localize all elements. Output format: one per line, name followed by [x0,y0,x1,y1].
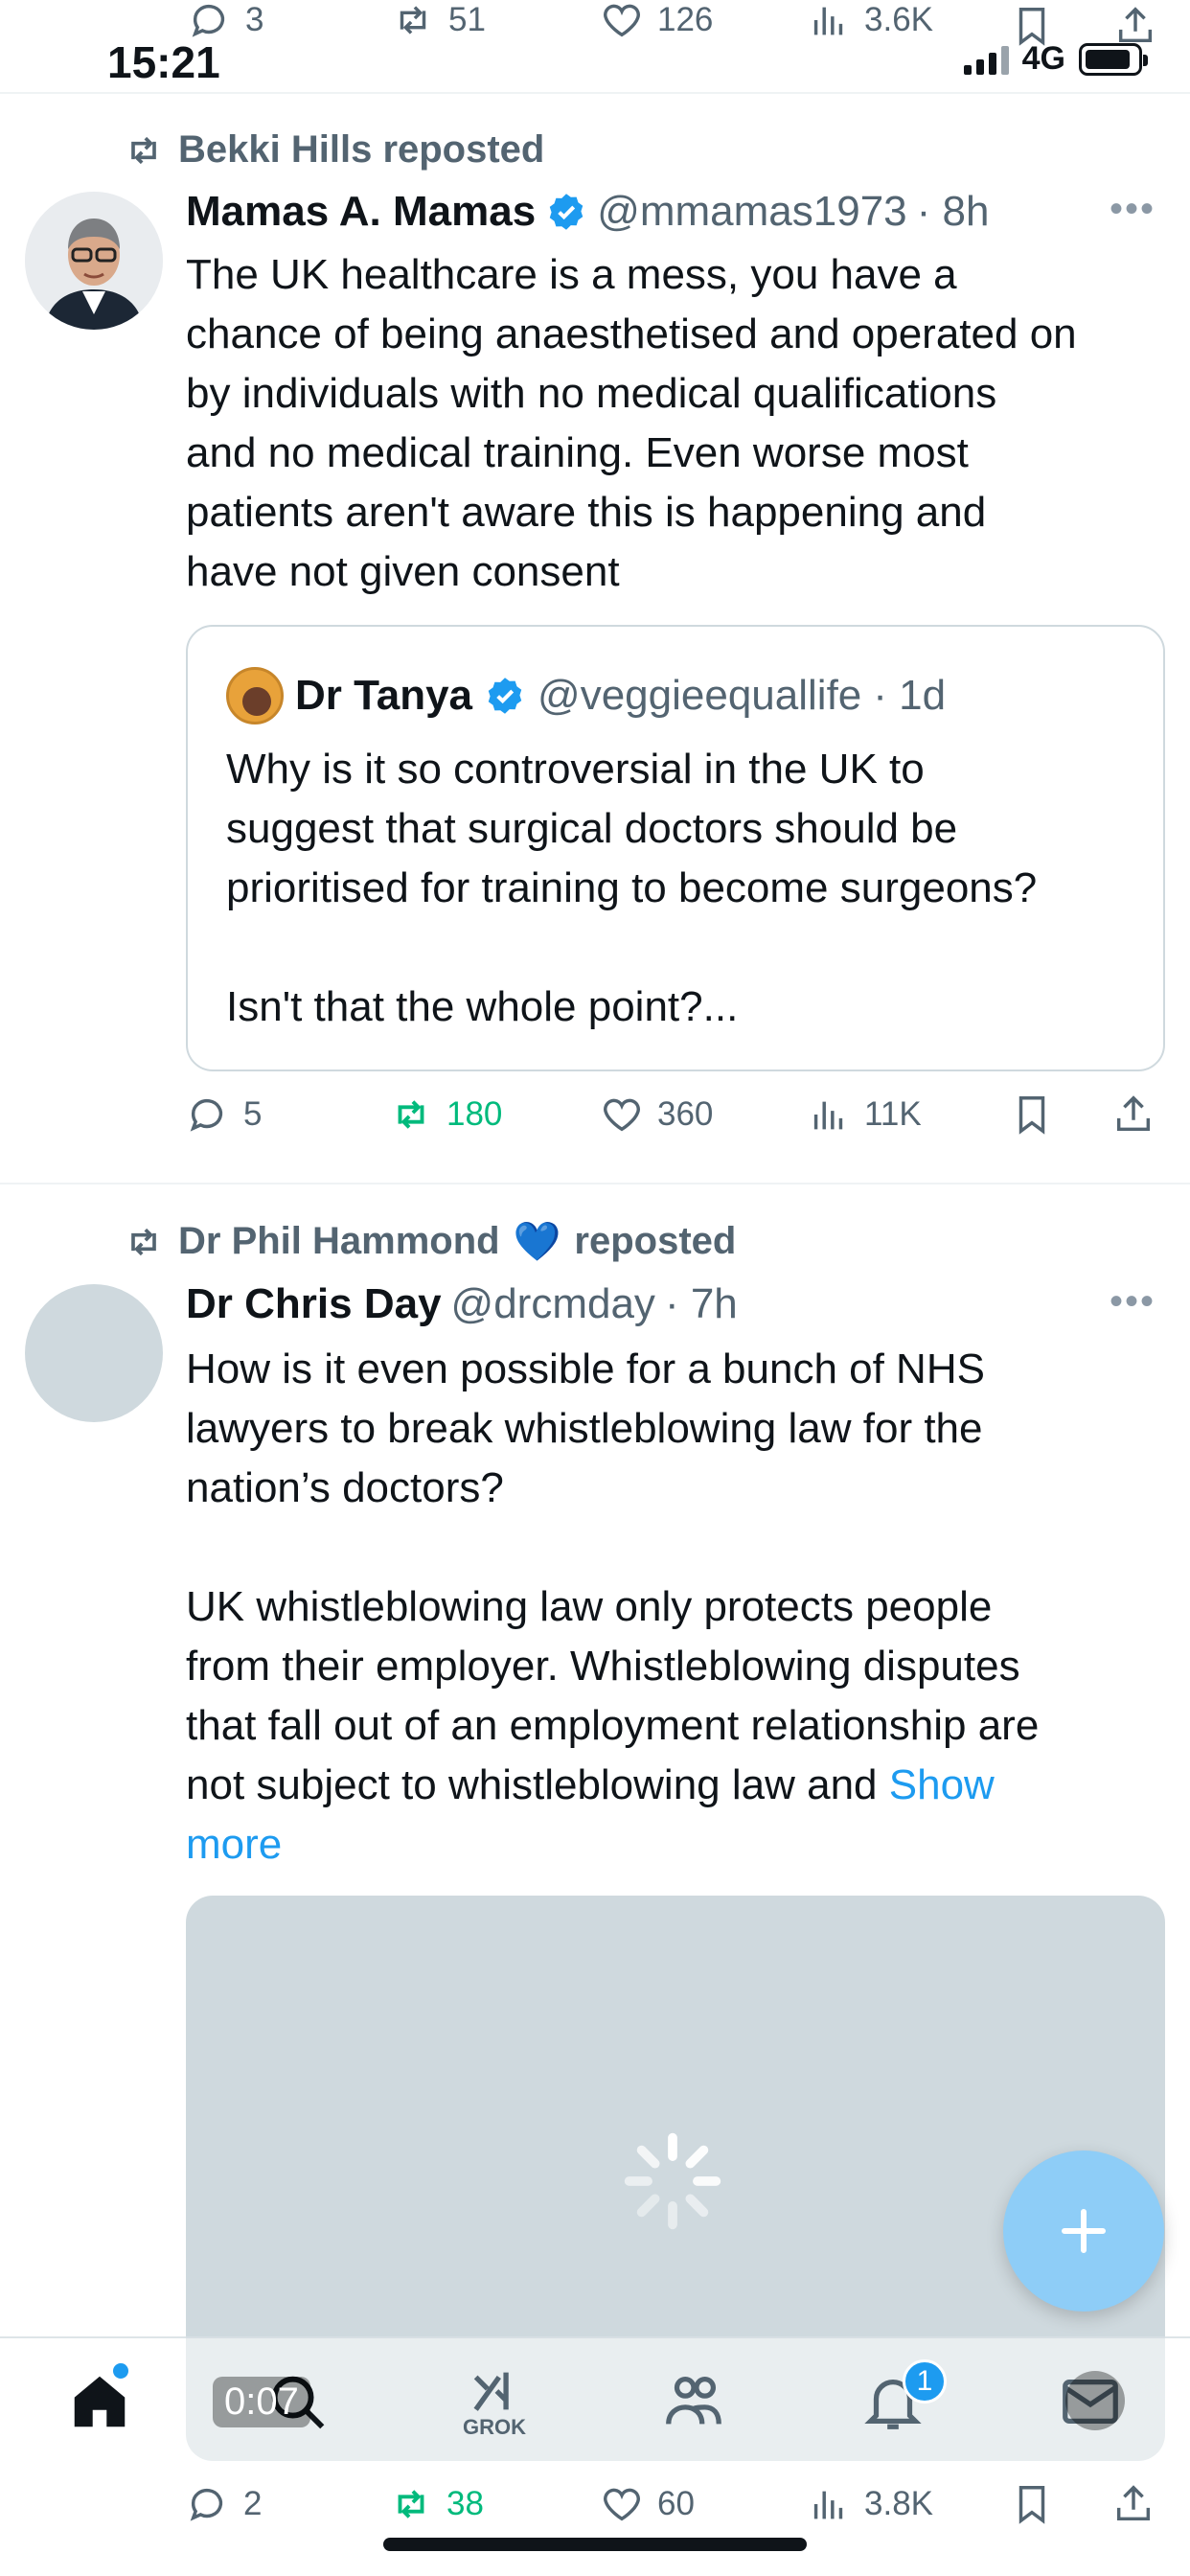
post-time: · 8h [916,188,990,235]
reply-icon [190,1098,223,1132]
like-button[interactable]: 360 [600,1092,713,1137]
divider [0,92,1190,94]
quote-author-name: Dr Tanya [295,672,473,719]
bookmark-button[interactable] [1010,2482,1054,2526]
network-label: 4G [1021,40,1065,77]
views-icon [813,1101,843,1130]
divider [0,1183,1190,1184]
tweet-actions: 2 38 60 3.8K [186,2482,1173,2540]
repost-icon [398,2490,424,2518]
quoted-tweet[interactable]: Dr Tanya @veggieequallife · 1d Why is it… [186,625,1165,1071]
more-options-icon[interactable]: ••• [1110,1280,1156,1323]
share-button[interactable] [1111,2482,1156,2526]
views-button[interactable]: 3.8K [807,2482,933,2526]
tweet-header: Dr Chris Day @drcmday · 7h [186,1280,738,1328]
home-unread-dot [113,2363,128,2379]
reply-button[interactable]: 5 [186,1092,262,1137]
blue-heart-emoji: 💙 [513,1221,561,1263]
heart-icon [604,1098,640,1132]
battery-icon [1079,42,1148,76]
like-action[interactable]: 126 [600,0,713,42]
views-icon [813,7,843,35]
status-indicators: 4G [963,40,1148,78]
bookmark-icon [1018,1096,1045,1135]
heart-icon [604,4,640,37]
heart-icon [604,2488,640,2521]
repost-icon [398,1100,424,1129]
views-button[interactable]: 11K [807,1092,922,1137]
video-duration: 0:07 [213,2377,310,2427]
quote-time: · 1d [873,672,947,719]
author-name[interactable]: Mamas A. Mamas [186,188,536,236]
signal-icon [963,44,1009,75]
more-options-icon[interactable]: ••• [1110,188,1156,231]
share-button[interactable] [1111,1092,1156,1137]
bookmark-icon [1018,2486,1045,2524]
quote-header: Dr Tanya @veggieequallife · 1d [226,667,946,724]
repost-indicator[interactable]: Bekki Hills reposted [123,128,544,172]
mute-icon[interactable] [1065,2371,1125,2430]
grok-icon [473,2372,509,2411]
avatar[interactable] [25,192,163,330]
share-icon [1116,1095,1151,1132]
repost-icon [131,1228,156,1255]
quote-text: Why is it so controversial in the UK to … [226,746,1038,1030]
repost-icon [131,136,156,164]
repost-action[interactable]: 51 [391,0,486,42]
avatar[interactable] [25,1284,163,1422]
post-time: · 7h [664,1280,738,1327]
views-action[interactable]: 3.6K [807,0,933,42]
profile-photo [25,192,163,330]
avatar [226,667,284,724]
views-icon [813,2491,843,2519]
home-indicator[interactable] [383,2538,807,2551]
tweet-actions: 5 180 360 11K [186,1092,1173,1150]
author-handle[interactable]: @mmamas1973 [597,188,906,236]
plus-icon [1062,2209,1106,2253]
reply-icon [190,2488,223,2521]
verified-badge-icon [549,194,584,230]
share-icon [1116,2485,1151,2521]
repost-icon [400,6,426,34]
communities-icon [666,2377,721,2425]
loading-spinner-icon [624,2132,721,2230]
verified-badge-icon [488,678,522,714]
like-button[interactable]: 60 [600,2482,695,2526]
nav-communities[interactable] [655,2363,732,2440]
quote-author-handle: @veggieequallife [538,672,862,719]
status-time: 15:21 [107,37,220,87]
repost-button[interactable]: 38 [389,2482,484,2526]
tweet-text: The UK healthcare is a mess, you have a … [186,251,1077,595]
author-handle[interactable]: @drcmday [451,1280,655,1328]
bookmark-button[interactable] [1010,1092,1054,1137]
nav-grok[interactable]: GROK [456,2363,533,2440]
notifications-badge: 1 [903,2359,947,2404]
tweet-text: How is it even possible for a bunch of N… [186,1346,1040,1868]
tweet-header: Mamas A. Mamas @mmamas1973 · 8h [186,188,989,236]
reply-button[interactable]: 2 [186,2482,262,2526]
compose-button[interactable] [1003,2150,1164,2312]
bottom-navigation: GROK [0,2336,1190,2465]
repost-button[interactable]: 180 [389,1092,502,1137]
author-name[interactable]: Dr Chris Day [186,1280,442,1328]
repost-indicator[interactable]: Dr Phil Hammond 💙 reposted [123,1219,736,1264]
